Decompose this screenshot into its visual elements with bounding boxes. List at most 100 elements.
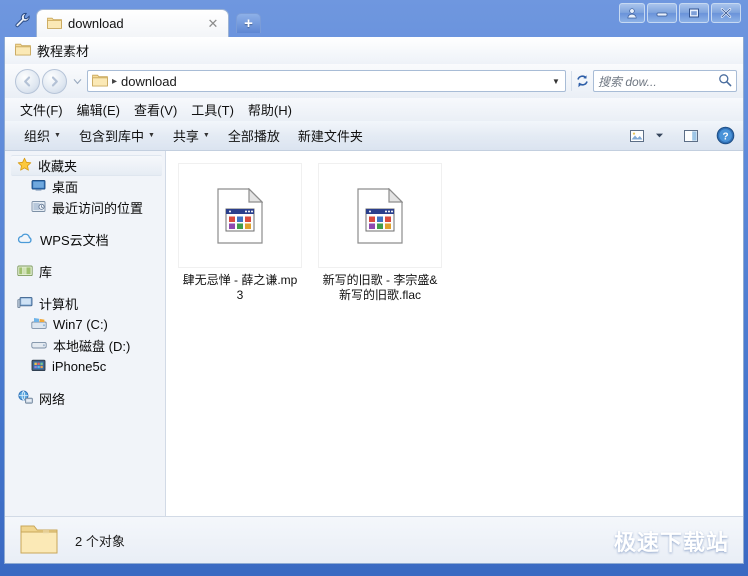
search-input[interactable]: 搜索 dow... — [593, 70, 737, 92]
toolbar-new-folder-label: 新建文件夹 — [297, 129, 363, 144]
toolbar-play-all-label: 全部播放 — [227, 129, 280, 144]
sidebar-item-wps-cloud[interactable]: WPS云文档 — [5, 229, 165, 250]
explorer-body: 收藏夹 桌面 最近访问的位置 WPS云文档 库 计算机 Win7 (C:) 本地… — [5, 151, 743, 516]
recent-pages-chevron-down-icon[interactable] — [71, 78, 84, 85]
address-bar[interactable]: ▸ download ▼ — [87, 70, 566, 92]
menu-bar: 文件(F) 编辑(E) 查看(V) 工具(T) 帮助(H) — [5, 98, 743, 121]
explorer-window: download ✕ + 教程素材 ▸ download ▼ 搜索 dow...… — [0, 0, 748, 576]
change-view-icon[interactable] — [625, 125, 649, 147]
windows-drive-icon — [31, 317, 47, 333]
view-dropdown-icon[interactable] — [651, 125, 667, 147]
menu-item-edit[interactable]: 编辑(E) — [70, 98, 127, 121]
menu-item-help[interactable]: 帮助(H) — [241, 98, 299, 121]
file-grid: 肆无忌惮 - 薛之谦.mp3 新写的旧歌 - 李宗盛&新写的旧歌.flac — [178, 163, 743, 303]
file-name-label: 肆无忌惮 - 薛之谦.mp3 — [182, 273, 298, 302]
generic-file-icon — [318, 163, 442, 268]
toolbar-play-all[interactable]: 全部播放 — [219, 123, 289, 148]
status-text: 2 个对象 — [75, 533, 125, 549]
file-item[interactable]: 肆无忌惮 - 薛之谦.mp3 — [178, 163, 302, 303]
bookmark-item-course-material[interactable]: 教程素材 — [15, 40, 95, 62]
sidebar-item-label: 计算机 — [39, 297, 79, 312]
folder-icon — [15, 42, 31, 59]
desktop-icon — [31, 179, 46, 195]
computer-icon — [17, 296, 33, 312]
bookmark-label: 教程素材 — [37, 44, 90, 59]
folder-icon — [47, 16, 62, 32]
sidebar-item-iphone5c[interactable]: iPhone5c — [5, 356, 165, 377]
generic-file-icon — [178, 163, 302, 268]
file-name-label: 新写的旧歌 - 李宗盛&新写的旧歌.flac — [322, 273, 438, 302]
bookmark-bar: 教程素材 — [4, 37, 744, 64]
sidebar-item-label: WPS云文档 — [40, 233, 109, 248]
sidebar-item-favorites[interactable]: 收藏夹 — [11, 155, 162, 176]
folder-icon — [92, 73, 108, 90]
sidebar-item-computer[interactable]: 计算机 — [5, 293, 165, 314]
sidebar-item-network[interactable]: 网络 — [5, 388, 165, 409]
sidebar-item-label: 本地磁盘 (D:) — [53, 339, 131, 354]
chevron-down-icon: ▼ — [54, 132, 61, 139]
chevron-down-icon: ▼ — [147, 132, 155, 139]
search-placeholder: 搜索 dow... — [598, 74, 657, 89]
sidebar-item-label: Win7 (C:) — [53, 317, 108, 332]
toolbar-organize[interactable]: 组织 ▼ — [15, 123, 70, 148]
preview-pane-icon[interactable] — [679, 125, 703, 147]
wrench-icon[interactable] — [13, 10, 33, 30]
device-icon — [31, 359, 46, 375]
client-area: ▸ download ▼ 搜索 dow... 文件(F) 编辑(E) 查看(V)… — [4, 64, 744, 564]
toolbar-include-in-library[interactable]: 包含到库中 ▼ — [70, 123, 164, 148]
sidebar-item-label: 库 — [39, 265, 53, 280]
svg-text:?: ? — [722, 132, 728, 143]
minimize-button[interactable] — [647, 3, 677, 23]
command-bar: 组织 ▼ 包含到库中 ▼ 共享 ▼ 全部播放 新建文件夹 ? — [5, 121, 743, 151]
toolbar-include-in-library-label: 包含到库中 — [78, 129, 144, 144]
sidebar-item-libraries[interactable]: 库 — [5, 261, 165, 282]
toolbar-share-label: 共享 — [172, 129, 199, 144]
sidebar-item-recent-places[interactable]: 最近访问的位置 — [5, 197, 165, 218]
user-account-icon[interactable] — [619, 3, 645, 23]
sidebar-item-label: 网络 — [39, 392, 66, 407]
back-button[interactable] — [15, 68, 40, 94]
toolbar-new-folder[interactable]: 新建文件夹 — [289, 123, 372, 148]
breadcrumb-separator-icon[interactable]: ▸ — [112, 76, 117, 87]
tab-download[interactable]: download ✕ — [36, 9, 229, 37]
close-button[interactable] — [711, 3, 741, 23]
drive-icon — [31, 338, 47, 354]
toolbar-share[interactable]: 共享 ▼ — [164, 123, 219, 148]
caption-buttons — [619, 3, 741, 23]
sidebar-item-win7-c[interactable]: Win7 (C:) — [5, 314, 165, 335]
close-icon[interactable]: ✕ — [207, 17, 219, 30]
watermark-text: 极速下载站 — [613, 530, 729, 555]
menu-item-tools[interactable]: 工具(T) — [184, 98, 241, 121]
sidebar-item-label: 最近访问的位置 — [52, 201, 144, 216]
menu-item-view[interactable]: 查看(V) — [127, 98, 184, 121]
breadcrumb-path[interactable]: download — [121, 74, 177, 89]
forward-button[interactable] — [42, 68, 67, 94]
maximize-button[interactable] — [679, 3, 709, 23]
search-icon[interactable] — [718, 73, 732, 90]
navigation-pane[interactable]: 收藏夹 桌面 最近访问的位置 WPS云文档 库 计算机 Win7 (C:) 本地… — [5, 151, 166, 516]
file-list-pane[interactable]: 肆无忌惮 - 薛之谦.mp3 新写的旧歌 - 李宗盛&新写的旧歌.flac — [166, 151, 743, 516]
help-icon[interactable]: ? — [713, 125, 737, 147]
library-icon — [17, 264, 33, 280]
folder-icon — [19, 521, 59, 560]
sidebar-item-label: 桌面 — [52, 180, 79, 195]
file-item[interactable]: 新写的旧歌 - 李宗盛&新写的旧歌.flac — [318, 163, 442, 303]
status-bar: 2 个对象 极速下载站 — [5, 516, 743, 563]
sidebar-item-label: 收藏夹 — [38, 159, 78, 174]
menu-item-file[interactable]: 文件(F) — [13, 98, 70, 121]
toolbar-organize-label: 组织 — [24, 129, 51, 144]
tab-label: download — [68, 16, 124, 31]
tab-strip: download ✕ + — [0, 0, 748, 37]
sidebar-item-label: iPhone5c — [52, 359, 107, 374]
refresh-icon[interactable] — [571, 71, 593, 91]
address-dropdown-icon[interactable]: ▼ — [547, 71, 565, 91]
sidebar-item-local-disk-d[interactable]: 本地磁盘 (D:) — [5, 335, 165, 356]
chevron-down-icon: ▼ — [202, 132, 210, 139]
cloud-icon — [17, 232, 34, 248]
toolbar-right-group: ? — [625, 125, 737, 147]
sidebar-item-desktop[interactable]: 桌面 — [5, 176, 165, 197]
new-tab-button[interactable]: + — [236, 13, 261, 33]
